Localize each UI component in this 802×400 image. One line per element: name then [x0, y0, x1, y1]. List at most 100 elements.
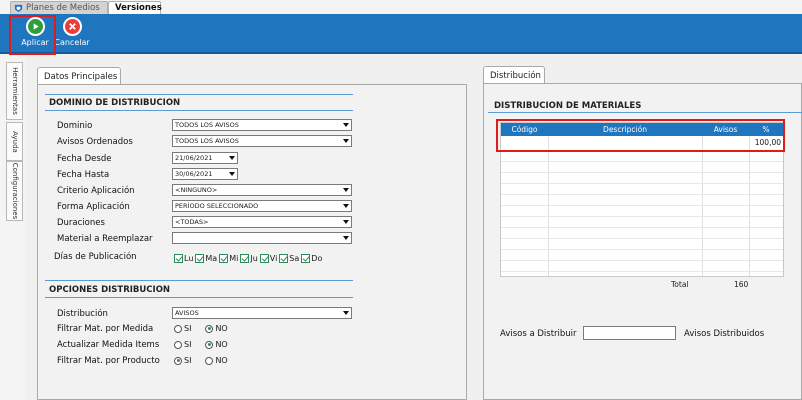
dominio-dropdown[interactable]: TODOS LOS AVISOS — [172, 119, 352, 131]
section-divider — [45, 110, 353, 111]
radio-si[interactable]: SI — [174, 324, 191, 333]
checkbox-ju[interactable]: Ju — [240, 254, 258, 263]
checkmark-icon — [301, 254, 311, 263]
table-row-line — [501, 271, 783, 272]
radio-circle — [174, 340, 182, 349]
fecha-desde-picker[interactable]: 21/06/2021 — [172, 152, 238, 164]
radio-label: NO — [215, 324, 228, 333]
radio-group-medida: SI NO — [174, 324, 228, 333]
table-row-line — [501, 216, 783, 217]
field-label: Filtrar Mat. por Medida — [57, 324, 154, 334]
radio-circle — [205, 324, 214, 333]
radio-no[interactable]: NO — [205, 356, 228, 365]
fecha-hasta-picker[interactable]: 30/06/2021 — [172, 168, 238, 180]
chevron-down-icon — [343, 236, 349, 240]
dias-publicacion-label: Días de Publicación — [54, 252, 137, 262]
dropdown-value: <NINGUNO> — [175, 186, 218, 194]
table-row-line — [501, 227, 783, 228]
field-label: Filtrar Mat. por Producto — [57, 356, 160, 366]
radio-circle — [205, 340, 214, 349]
field-label: Fecha Desde — [57, 154, 112, 164]
side-tab-configuraciones[interactable]: Configuraciones — [6, 161, 23, 221]
total-value: 160 — [734, 280, 749, 289]
radio-si[interactable]: SI — [174, 340, 191, 349]
radio-label: SI — [184, 356, 192, 365]
side-tab-ayuda[interactable]: Ayuda — [6, 122, 23, 161]
day-label: Ma — [205, 254, 218, 263]
day-label: Lu — [184, 254, 194, 263]
table-row-line — [501, 194, 783, 195]
checkbox-vi[interactable]: Vi — [259, 254, 278, 263]
chevron-down-icon — [343, 204, 349, 208]
checkbox-sa[interactable]: Sa — [279, 254, 299, 263]
section-divider — [45, 94, 353, 95]
checkbox-do[interactable]: Do — [301, 254, 322, 263]
duraciones-dropdown[interactable]: <TODAS> — [172, 216, 352, 228]
cancel-button[interactable]: Cancelar — [54, 17, 90, 53]
chevron-down-icon — [343, 188, 349, 192]
day-label: Do — [311, 254, 323, 263]
material-reemplazar-dropdown[interactable] — [172, 232, 352, 244]
checkmark-icon — [240, 254, 250, 263]
highlight-box — [496, 119, 785, 152]
section-title-opciones: OPCIONES DISTRIBUCION — [49, 285, 171, 295]
radio-no[interactable]: NO — [205, 340, 228, 349]
side-tab-herramientas[interactable]: Herramientas — [6, 62, 23, 120]
radio-si[interactable]: SI — [174, 356, 191, 365]
tab-label: Versiones — [115, 3, 162, 13]
section-divider — [45, 280, 353, 281]
tab-datos-principales[interactable]: Datos Principales — [37, 67, 121, 85]
criterio-aplicacion-dropdown[interactable]: <NINGUNO> — [172, 184, 352, 196]
dropdown-value: AVISOS — [175, 309, 199, 317]
date-value: 21/06/2021 — [175, 154, 213, 162]
day-label: Vi — [269, 254, 278, 263]
checkmark-icon — [174, 254, 183, 263]
section-title-dominio: DOMINIO DE DISTRIBUCION — [49, 98, 181, 108]
checkbox-mi[interactable]: Mi — [219, 254, 238, 263]
radio-label: NO — [215, 356, 228, 365]
radio-no[interactable]: NO — [205, 324, 228, 333]
total-label: Total — [671, 280, 689, 289]
dropdown-value: PERÍODO SELECCIONADO — [175, 202, 259, 210]
tab-distribucion[interactable]: Distribución — [483, 66, 545, 84]
table-row-line — [501, 249, 783, 250]
radio-group-actualizar: SI NO — [174, 340, 228, 349]
close-icon — [62, 17, 82, 36]
avisos-a-distribuir-field[interactable] — [583, 326, 676, 340]
chevron-down-icon — [229, 172, 235, 176]
table-row-line — [501, 172, 783, 173]
dropdown-value: TODOS LOS AVISOS — [175, 137, 239, 145]
field-label: Material a Reemplazar — [57, 234, 153, 244]
chevron-down-icon — [343, 139, 349, 143]
field-label: Distribución — [57, 309, 108, 319]
checkmark-icon — [259, 254, 269, 263]
avisos-distribuidos-label: Avisos Distribuidos — [684, 329, 765, 339]
tab-label: Datos Principales — [44, 72, 118, 82]
forma-aplicacion-dropdown[interactable]: PERÍODO SELECCIONADO — [172, 200, 352, 212]
side-tab-label: Configuraciones — [10, 162, 19, 220]
side-tab-label: Ayuda — [10, 130, 19, 153]
document-tabs: Planes de Medios Versiones — [0, 0, 802, 14]
checkbox-ma[interactable]: Ma — [195, 254, 217, 263]
day-label: Ju — [250, 254, 258, 263]
radio-circle — [205, 356, 214, 365]
checkmark-icon — [279, 254, 289, 263]
table-row-line — [501, 205, 783, 206]
cancel-label: Cancelar — [54, 38, 90, 47]
tab-planes-de-medios[interactable]: Planes de Medios — [10, 1, 108, 14]
checkbox-lu[interactable]: Lu — [174, 254, 193, 263]
section-divider — [488, 112, 802, 113]
dias-checkboxes: Lu Ma Mi Ju Vi Sa Do — [174, 254, 322, 263]
distribucion-dropdown[interactable]: AVISOS — [172, 307, 352, 319]
dropdown-value: <TODAS> — [175, 218, 209, 226]
dropdown-value: TODOS LOS AVISOS — [175, 121, 239, 129]
radio-circle — [174, 356, 182, 365]
avisos-ordenados-dropdown[interactable]: TODOS LOS AVISOS — [172, 135, 352, 147]
tab-versiones[interactable]: Versiones — [108, 1, 162, 14]
field-label: Fecha Hasta — [57, 170, 110, 180]
side-tabs: Herramientas Ayuda Configuraciones — [0, 56, 26, 400]
app-window: Planes de Medios Versiones Aplicar Cance… — [0, 0, 802, 400]
radio-label: SI — [184, 340, 192, 349]
tab-label: Planes de Medios — [26, 3, 100, 13]
day-label: Mi — [229, 254, 239, 263]
